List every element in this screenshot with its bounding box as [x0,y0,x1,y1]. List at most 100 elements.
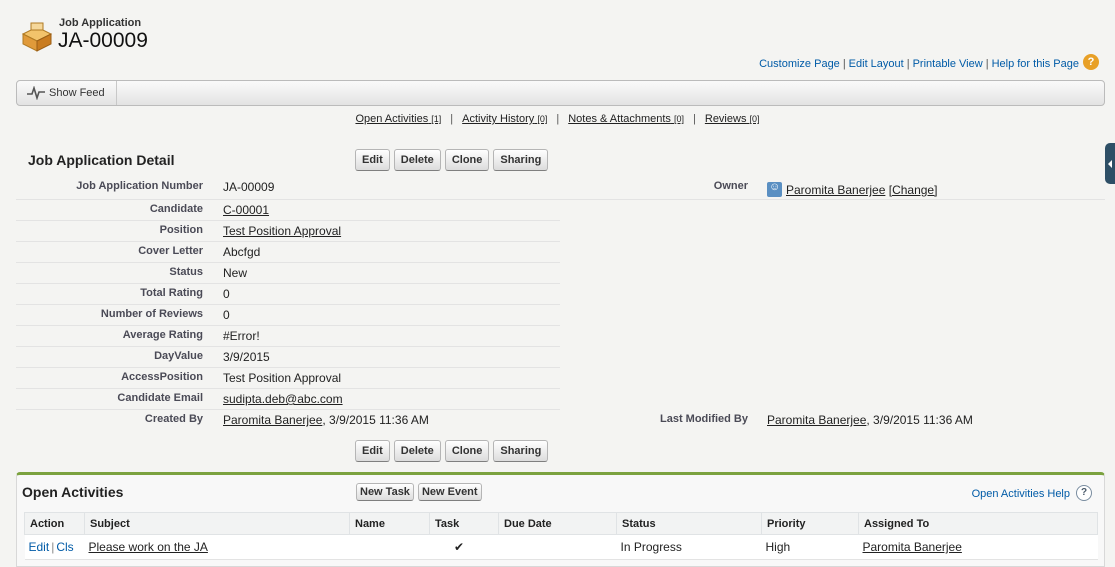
detail-bottom-buttons: Edit Delete Clone Sharing [355,440,549,462]
field-value-number-of-reviews: 0 [223,308,230,322]
column-header-priority: Priority [761,512,859,535]
edit-button[interactable]: Edit [355,149,390,171]
related-link-reviews[interactable]: Reviews [0] [705,113,760,125]
open-activities-help-link[interactable]: Open Activities Help [972,488,1070,500]
row-divider [16,241,560,242]
edit-activity-link[interactable]: Edit [29,540,50,554]
open-activities-buttons: New Task New Event [356,483,482,505]
candidate-link[interactable]: C-00001 [223,203,269,217]
row-divider [16,199,1105,200]
field-value-total-rating: 0 [223,287,230,301]
field-value-dayvalue: 3/9/2015 [223,350,270,364]
subject-cell: Please work on the JA [84,534,350,560]
clone-button[interactable]: Clone [444,149,490,171]
question-icon[interactable]: ? [1076,485,1092,501]
field-value-status: New [223,266,248,280]
owner-user-link[interactable]: Paromita Banerjee [786,183,885,197]
candidate-email-link[interactable]: sudipta.deb@abc.com [223,392,343,406]
page-title: JA-00009 [58,29,148,52]
column-header-status: Status [616,512,762,535]
clone-button-bottom[interactable]: Clone [444,440,490,462]
feed-pulse-icon [27,86,45,100]
subject-link[interactable]: Please work on the JA [89,540,208,554]
field-label-total-rating: Total Rating [140,287,203,299]
header-links: Customize Page | Edit Layout | Printable Vie… [759,58,1079,70]
delete-button[interactable]: Delete [393,149,441,171]
related-link-open-activities[interactable]: Open Activities [1] [355,113,441,125]
new-event-button[interactable]: New Event [417,483,482,501]
related-link-notes-attachments[interactable]: Notes & Attachments [0] [568,113,684,125]
field-label-job-application-number: Job Application Number [76,180,203,192]
field-label-number-of-reviews: Number of Reviews [100,308,203,320]
column-header-action: Action [24,512,85,535]
due-date-cell [498,534,617,560]
help-for-page-link[interactable]: Help for this Page [992,58,1079,70]
field-label-last-modified-by: Last Modified By [659,413,748,425]
show-feed-label: Show Feed [49,87,105,99]
status-cell: In Progress [616,534,762,560]
table-row: Edit | Cls Please work on the JA ✔ In Prog… [24,534,1098,560]
created-by-user-link[interactable]: Paromita Banerjee [223,413,322,427]
printable-view-link[interactable]: Printable View [913,58,983,70]
column-header-subject: Subject [84,512,350,535]
user-avatar-icon [767,181,782,197]
assigned-to-link[interactable]: Paromita Banerjee [863,540,962,554]
name-cell [349,534,430,560]
field-label-candidate: Candidate [149,203,203,215]
delete-button-bottom[interactable]: Delete [393,440,441,462]
column-header-name: Name [349,512,430,535]
detail-top-buttons: Edit Delete Clone Sharing [355,149,549,171]
row-divider [16,409,560,410]
task-checkmark-icon: ✔ [429,534,499,560]
row-divider [16,304,560,305]
column-header-assigned-to: Assigned To [858,512,1098,535]
field-value-created-by: Paromita Banerjee, 3/9/2015 11:36 AM [223,413,429,427]
field-label-cover-letter: Cover Letter [138,245,203,257]
field-value-job-application-number: JA-00009 [223,180,275,194]
field-value-average-rating: #Error! [223,329,260,343]
column-header-due-date: Due Date [498,512,617,535]
row-divider [16,262,560,263]
field-label-position: Position [159,224,203,236]
row-divider [16,388,560,389]
position-link[interactable]: Test Position Approval [223,224,341,238]
show-feed-button[interactable]: Show Feed [17,81,117,105]
close-activity-link[interactable]: Cls [56,540,73,554]
change-owner-link[interactable]: [Change] [889,183,938,197]
field-value-cover-letter: Abcfgd [223,245,261,259]
edit-button-bottom[interactable]: Edit [355,440,390,462]
field-label-dayvalue: DayValue [154,350,203,362]
row-divider [16,220,560,221]
modified-by-user-link[interactable]: Paromita Banerjee [767,413,866,427]
field-label-owner: Owner [713,180,748,192]
job-application-icon [21,22,53,52]
open-activities-section: Open Activities New Task New Event Open … [16,472,1105,567]
field-label-average-rating: Average Rating [122,329,203,341]
row-divider [16,346,560,347]
field-value-last-modified-by: Paromita Banerjee, 3/9/2015 11:36 AM [767,413,973,427]
new-task-button[interactable]: New Task [356,483,414,501]
field-value-accessposition: Test Position Approval [223,371,342,385]
feed-bar: Show Feed [16,80,1105,106]
sidebar-toggle-tab[interactable] [1105,143,1115,184]
help-icon[interactable]: ? [1083,54,1099,70]
open-activities-title: Open Activities [22,484,124,500]
row-divider [16,367,560,368]
action-cell: Edit | Cls [24,534,85,560]
detail-section-title: Job Application Detail [28,152,175,168]
table-header-row: Action Subject Name Task Due Date Status… [24,512,1098,535]
sharing-button-bottom[interactable]: Sharing [493,440,549,462]
row-divider [16,283,560,284]
edit-layout-link[interactable]: Edit Layout [849,58,904,70]
field-label-status: Status [169,266,203,278]
record-type-label: Job Application [59,17,142,29]
field-label-candidate-email: Candidate Email [117,392,203,404]
related-list-links: Open Activities [1] | Activity History [0]… [355,113,760,125]
field-label-created-by: Created By [144,413,203,425]
open-activities-table: Action Subject Name Task Due Date Status… [24,512,1098,560]
column-header-task: Task [429,512,499,535]
customize-page-link[interactable]: Customize Page [759,58,840,70]
row-divider [16,325,560,326]
sharing-button[interactable]: Sharing [493,149,549,171]
related-link-activity-history[interactable]: Activity History [0] [462,113,547,125]
